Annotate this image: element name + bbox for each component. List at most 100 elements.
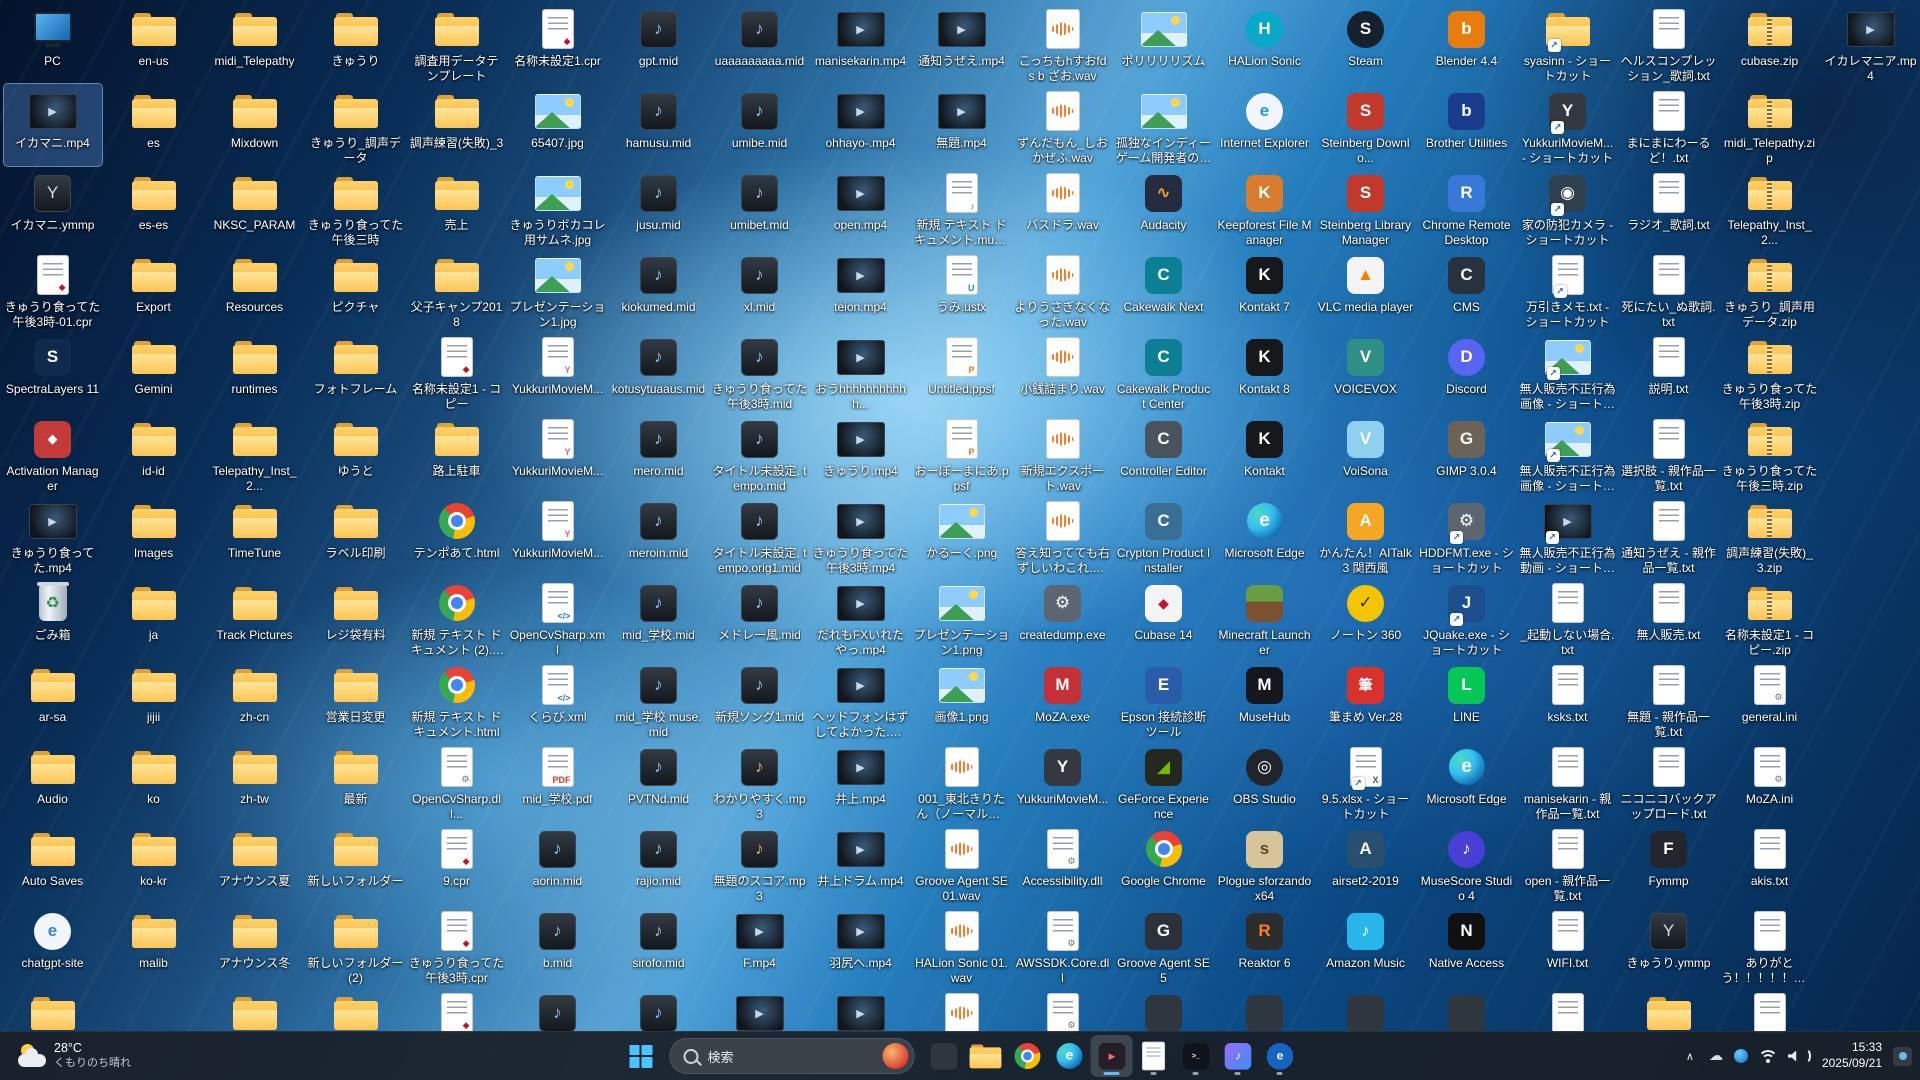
desktop-icon[interactable]: CCakewalk Next	[1115, 248, 1213, 330]
desktop-icon[interactable]: ◉↗家の防犯カメラ - ショートカット	[1519, 166, 1617, 248]
desktop-icon[interactable]: id-id	[105, 412, 203, 494]
desktop-icon[interactable]: ↗無人販売不正行為画像 - ショートカット	[1519, 330, 1617, 412]
desktop-icon[interactable]: 調査用データテンプレート	[408, 2, 506, 84]
desktop-icon[interactable]: レジ袋有料	[307, 576, 405, 658]
desktop-icon[interactable]: 説明.txt	[1620, 330, 1718, 412]
desktop-icon[interactable]: GGIMP 3.0.4	[1418, 412, 1516, 494]
desktop-icon[interactable]: 名称未設定1 - コピー.zip	[1721, 576, 1819, 658]
hidden-icons-chevron[interactable]: ∧	[1682, 1046, 1698, 1067]
desktop-icon[interactable]: Yきゅうり.ymmp	[1620, 904, 1718, 986]
desktop-icon[interactable]: ⚙MoZA.ini	[1721, 740, 1819, 822]
desktop-icon[interactable]: VVoiSona	[1317, 412, 1415, 494]
desktop-icon[interactable]: YYukkuriMovieM...	[509, 494, 607, 576]
desktop-icon[interactable]: MMuseHub	[1216, 658, 1314, 740]
desktop-icon[interactable]: midi_Telepathy	[206, 2, 304, 84]
desktop-icon[interactable]: ▶F.mp4	[711, 904, 809, 986]
taskbar-app-browser-e[interactable]: e	[1259, 1035, 1301, 1077]
desktop-icon[interactable]: ♪新規ソング1.mid	[711, 658, 809, 740]
desktop-icon[interactable]: ∿Audacity	[1115, 166, 1213, 248]
desktop-icon[interactable]: en-us	[105, 2, 203, 84]
desktop-icon[interactable]: </>くらび.xml	[509, 658, 607, 740]
desktop-icon[interactable]: ♪メドレー風.mid	[711, 576, 809, 658]
desktop-icon[interactable]: eInternet Explorer	[1216, 84, 1314, 166]
desktop-icon[interactable]: ◆きゅうり食ってた午後3時.cpr	[408, 904, 506, 986]
desktop-icon[interactable]: Aairset2-2019	[1317, 822, 1415, 904]
desktop-icon[interactable]: ko	[105, 740, 203, 822]
desktop-icon[interactable]: HALion Sonic 01.wav	[913, 904, 1011, 986]
desktop-icon[interactable]: es	[105, 84, 203, 166]
desktop-icon[interactable]: midi_Telepathy.zip	[1721, 84, 1819, 166]
taskbar-app-terminal[interactable]: >_	[1175, 1035, 1217, 1077]
desktop-icon[interactable]: 小銭詰まり.wav	[1014, 330, 1112, 412]
desktop-icon[interactable]: echatgpt-site	[4, 904, 102, 986]
desktop-icon[interactable]: zh-cn	[206, 658, 304, 740]
desktop-icon[interactable]: ⚙general.ini	[1721, 658, 1819, 740]
desktop-icon[interactable]: KKontakt 8	[1216, 330, 1314, 412]
desktop-icon[interactable]: GGroove Agent SE 5	[1115, 904, 1213, 986]
desktop-icon[interactable]: こっちもhすおfd s b ざお.wav	[1014, 2, 1112, 84]
desktop-icon[interactable]: Aかんたん！AITalk 3 関西風	[1317, 494, 1415, 576]
desktop-icon[interactable]: KKontakt 7	[1216, 248, 1314, 330]
desktop-icon[interactable]: </>OpenCvSharp.xml	[509, 576, 607, 658]
desktop-icon[interactable]: YYukkuriMovieM...	[509, 412, 607, 494]
desktop-icon[interactable]: ▶イカマニ.mp4	[4, 84, 102, 166]
desktop-icon[interactable]: Gemini	[105, 330, 203, 412]
desktop-icon[interactable]: きゅうり_調声データ	[307, 84, 405, 166]
desktop-icon[interactable]: Pおーぼーまにあ.ppsf	[913, 412, 1011, 494]
desktop-icon[interactable]: cubase.zip	[1721, 2, 1819, 84]
desktop-icon[interactable]: ♪mid_学校.mid	[610, 576, 708, 658]
desktop-icon[interactable]: きゅうり食ってた午後3時.zip	[1721, 330, 1819, 412]
desktop-icon[interactable]: 通知うぜえ - 親作品一覧.txt	[1620, 494, 1718, 576]
desktop-icon[interactable]: ずんだもん_しおかぜふ.wav	[1014, 84, 1112, 166]
desktop-icon[interactable]: フォトフレーム	[307, 330, 405, 412]
desktop-icon[interactable]: ♪タイトル未設定, tempo.mid	[711, 412, 809, 494]
desktop-icon[interactable]: Track Pictures	[206, 576, 304, 658]
desktop-icon[interactable]: Images	[105, 494, 203, 576]
desktop-icon[interactable]: きゅうり食ってた午後三時.zip	[1721, 412, 1819, 494]
desktop-icon[interactable]: ▶↗無人販売不正行為動画 - ショートカット	[1519, 494, 1617, 576]
desktop-icon[interactable]: ▶イカレマニア.mp4	[1822, 2, 1920, 84]
desktop-icon[interactable]: ♪新規 テキスト ドキュメント.musicxml	[913, 166, 1011, 248]
desktop-icon[interactable]: ◆Activation Manager	[4, 412, 102, 494]
desktop-icon[interactable]: _起動しない場合.txt	[1519, 576, 1617, 658]
desktop-icon[interactable]: ♪jusu.mid	[610, 166, 708, 248]
desktop-icon[interactable]: アナウンス冬	[206, 904, 304, 986]
desktop-icon[interactable]: ▶きゅうり食ってた午後3時.mp4	[812, 494, 910, 576]
desktop-icon[interactable]: ↗syasinn - ショートカット	[1519, 2, 1617, 84]
desktop-icon[interactable]: 死にたい_ぬ歌詞.txt	[1620, 248, 1718, 330]
desktop-icon[interactable]: ko-kr	[105, 822, 203, 904]
desktop-icon[interactable]: ▶羽尻へ.mp4	[812, 904, 910, 986]
desktop-icon[interactable]: アナウンス夏	[206, 822, 304, 904]
desktop-icon[interactable]: CCrypton Product Installer	[1115, 494, 1213, 576]
desktop-icon[interactable]: runtimes	[206, 330, 304, 412]
desktop-icon[interactable]: ▶おうhhhhhhhhhhh...	[812, 330, 910, 412]
tray-blue-app-icon[interactable]	[1734, 1049, 1748, 1063]
desktop-icon[interactable]: CController Editor	[1115, 412, 1213, 494]
desktop-icon[interactable]: 最新	[307, 740, 405, 822]
desktop-icon[interactable]: 調声練習(失敗)_3	[408, 84, 506, 166]
desktop-icon[interactable]: バスドラ.wav	[1014, 166, 1112, 248]
desktop-icon[interactable]: 無題 - 親作品一覧.txt	[1620, 658, 1718, 740]
desktop-icon[interactable]: CCakewalk Product Center	[1115, 330, 1213, 412]
desktop-icon[interactable]: SSpectraLayers 11	[4, 330, 102, 412]
desktop-icon[interactable]: Y↗YukkuriMovieM... - ショートカット	[1519, 84, 1617, 166]
desktop-icon[interactable]: きゅうり_調声用データ.zip	[1721, 248, 1819, 330]
desktop-icon[interactable]: jijii	[105, 658, 203, 740]
desktop-icon[interactable]: ▶だれもFXいれたやっ.mp4	[812, 576, 910, 658]
desktop-icon[interactable]: ♪hamusu.mid	[610, 84, 708, 166]
taskbar-app-edge[interactable]: e	[1049, 1035, 1091, 1077]
desktop-icon[interactable]: X↗9.5.xlsx - ショートカット	[1317, 740, 1415, 822]
desktop-icon[interactable]: まにまにわーるど！.txt	[1620, 84, 1718, 166]
desktop-icon[interactable]: きゅうり食ってた午後三時	[307, 166, 405, 248]
desktop-icon[interactable]: ♪meroin.mid	[610, 494, 708, 576]
desktop-icon[interactable]: SSteinberg Library Manager	[1317, 166, 1415, 248]
taskbar-app-chrome[interactable]	[1007, 1035, 1049, 1077]
desktop-icon[interactable]: Minecraft Launcher	[1216, 576, 1314, 658]
desktop-icon[interactable]: ♪umibet.mid	[711, 166, 809, 248]
desktop-icon[interactable]: ⚙AWSSDK.Core.dll	[1014, 904, 1112, 986]
desktop-icon[interactable]: ♪b.mid	[509, 904, 607, 986]
taskbar-app-notepad[interactable]	[1133, 1035, 1175, 1077]
desktop-icon[interactable]: ⚙OpenCvSharp.dll...	[408, 740, 506, 822]
desktop-icon[interactable]: ▶きゅうり食ってた.mp4	[4, 494, 102, 576]
desktop-icon[interactable]: プレゼンテーション1.jpg	[509, 248, 607, 330]
